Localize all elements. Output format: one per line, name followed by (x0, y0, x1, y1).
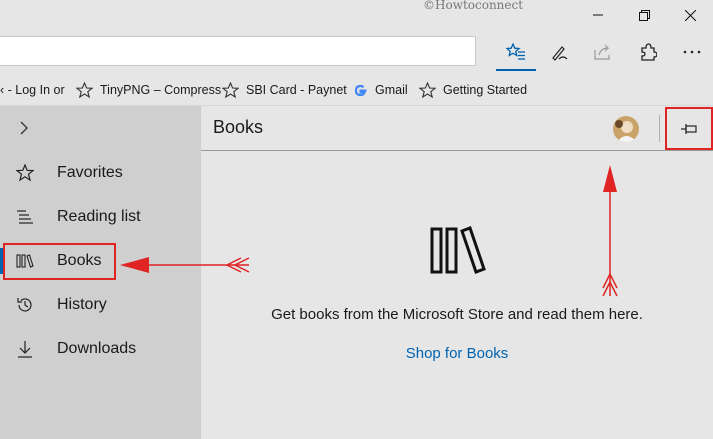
share-icon (594, 44, 610, 60)
web-note-button[interactable] (539, 36, 579, 68)
books-icon (430, 226, 486, 274)
annotation-highlight-books (3, 243, 116, 280)
star-icon (222, 82, 239, 98)
favorites-bar-item[interactable]: Gmail (353, 74, 408, 106)
pin-pane-button[interactable] (665, 107, 713, 150)
nav-item-label: Favorites (57, 164, 123, 181)
nav-item-history[interactable]: History (0, 283, 201, 327)
favorites-bar-item-label: Getting Started (443, 83, 528, 97)
pane-header-divider (201, 150, 713, 151)
star-icon (16, 164, 34, 182)
avatar[interactable] (613, 116, 639, 142)
restore-button[interactable] (621, 0, 667, 30)
header-divider (659, 115, 660, 142)
favorites-bar-item[interactable]: SBI Card - Paynet (222, 74, 347, 106)
close-icon (684, 9, 696, 21)
favorites-bar-item-label: Gmail (375, 83, 408, 97)
chevron-right-icon (20, 121, 28, 135)
reading-list-icon (17, 210, 33, 224)
favorites-bar-item-label: SBI Card - Paynet (246, 83, 347, 97)
hub-expand-button[interactable] (16, 120, 32, 136)
star-icon (76, 82, 93, 98)
extensions-button[interactable] (628, 36, 668, 68)
minimize-icon (593, 14, 603, 16)
favorites-bar-item-label: TinyPNG – Compress (100, 83, 222, 97)
nav-item-label: History (57, 296, 107, 313)
nav-item-favorites[interactable]: Favorites (0, 151, 201, 195)
star-icon (419, 82, 436, 98)
favorites-bar-item[interactable]: ‹ - Log In or (0, 74, 65, 106)
close-button[interactable] (667, 0, 713, 30)
history-icon (17, 298, 32, 312)
shop-for-books-label: Shop for Books (405, 345, 509, 362)
hub-button[interactable] (496, 36, 536, 68)
download-icon (18, 341, 32, 358)
nav-item-downloads[interactable]: Downloads (0, 327, 201, 371)
annotation-arrow-left (120, 257, 250, 273)
minimize-button[interactable] (575, 0, 621, 30)
extensions-icon (641, 43, 657, 61)
restore-icon (638, 9, 650, 21)
more-icon (683, 50, 701, 54)
web-note-icon (552, 46, 568, 61)
favorites-bar-item-label: ‹ - Log In or (0, 83, 65, 97)
hub-active-indicator (496, 69, 536, 71)
more-button[interactable] (672, 36, 712, 68)
avatar-image (613, 116, 639, 142)
nav-item-label: Downloads (57, 340, 137, 357)
favorites-bar-item[interactable]: Getting Started (419, 74, 527, 106)
nav-item-reading-list[interactable]: Reading list (0, 195, 201, 239)
hub-favorites-icon (506, 43, 525, 60)
books-empty-message: Get books from the Microsoft Store and r… (271, 306, 643, 323)
shop-for-books-link[interactable]: Shop for Books (201, 345, 713, 362)
pin-icon (681, 123, 697, 134)
google-icon (354, 84, 367, 96)
nav-item-label: Reading list (57, 208, 141, 225)
pane-title: Books (213, 117, 264, 137)
address-bar[interactable] (0, 36, 476, 66)
share-button[interactable] (583, 36, 623, 68)
favorites-bar-item[interactable]: TinyPNG – Compress (76, 74, 221, 106)
watermark-text: ©Howtoconnect (423, 0, 524, 12)
annotation-arrow-up (602, 165, 618, 297)
